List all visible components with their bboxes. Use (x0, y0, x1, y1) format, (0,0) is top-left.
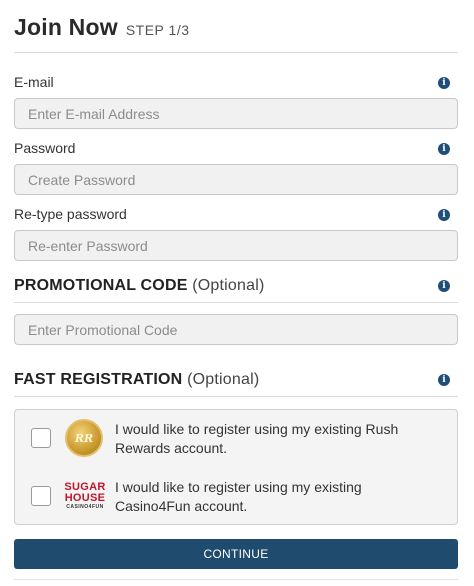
rush-logo-text: RR (74, 431, 94, 445)
promo-optional-text: (Optional) (192, 277, 265, 294)
fast-registration-title: FAST REGISTRATION (Optional) (14, 371, 259, 389)
email-info-icon[interactable]: i (438, 77, 450, 89)
sugar-logo-line2: HOUSE (64, 492, 106, 504)
fast-divider (14, 396, 458, 397)
sugar-logo-line3: CASINO4FUN (66, 504, 104, 510)
fast-optional-text: (Optional) (187, 371, 260, 388)
email-label: E-mail (14, 74, 54, 90)
fast-registration-info-icon[interactable]: i (438, 374, 450, 386)
step-indicator: STEP 1/3 (125, 22, 190, 38)
retype-password-label: Re-type password (14, 206, 127, 222)
promo-section-title: PROMOTIONAL CODE (Optional) (14, 277, 264, 295)
rush-rewards-option-text: I would like to register using my existi… (115, 421, 399, 456)
header-divider (14, 52, 458, 53)
password-input[interactable] (14, 164, 458, 195)
sugarhouse-logo: SUGAR HOUSE CASINO4FUN (63, 482, 107, 516)
password-info-icon[interactable]: i (438, 143, 450, 155)
continue-button[interactable]: CONTINUE (14, 539, 458, 569)
email-input[interactable] (14, 98, 458, 129)
promo-info-icon[interactable]: i (438, 280, 450, 292)
rush-rewards-checkbox[interactable] (31, 428, 51, 448)
page-title: Join Now (14, 14, 118, 40)
page-header: Join Now STEP 1/3 (14, 14, 190, 50)
promo-divider (14, 302, 458, 303)
promo-code-input[interactable] (14, 314, 458, 345)
casino4fun-option-text: I would like to register using my existi… (115, 479, 362, 514)
bottom-divider (14, 579, 458, 580)
rush-rewards-logo: RR (65, 419, 103, 457)
fast-registration-box: RR I would like to register using my exi… (14, 409, 458, 525)
retype-password-input[interactable] (14, 230, 458, 261)
casino4fun-checkbox[interactable] (31, 486, 51, 506)
promo-title-text: PROMOTIONAL CODE (14, 277, 188, 294)
fast-title-text: FAST REGISTRATION (14, 371, 183, 388)
retype-password-info-icon[interactable]: i (438, 209, 450, 221)
password-label: Password (14, 140, 76, 156)
